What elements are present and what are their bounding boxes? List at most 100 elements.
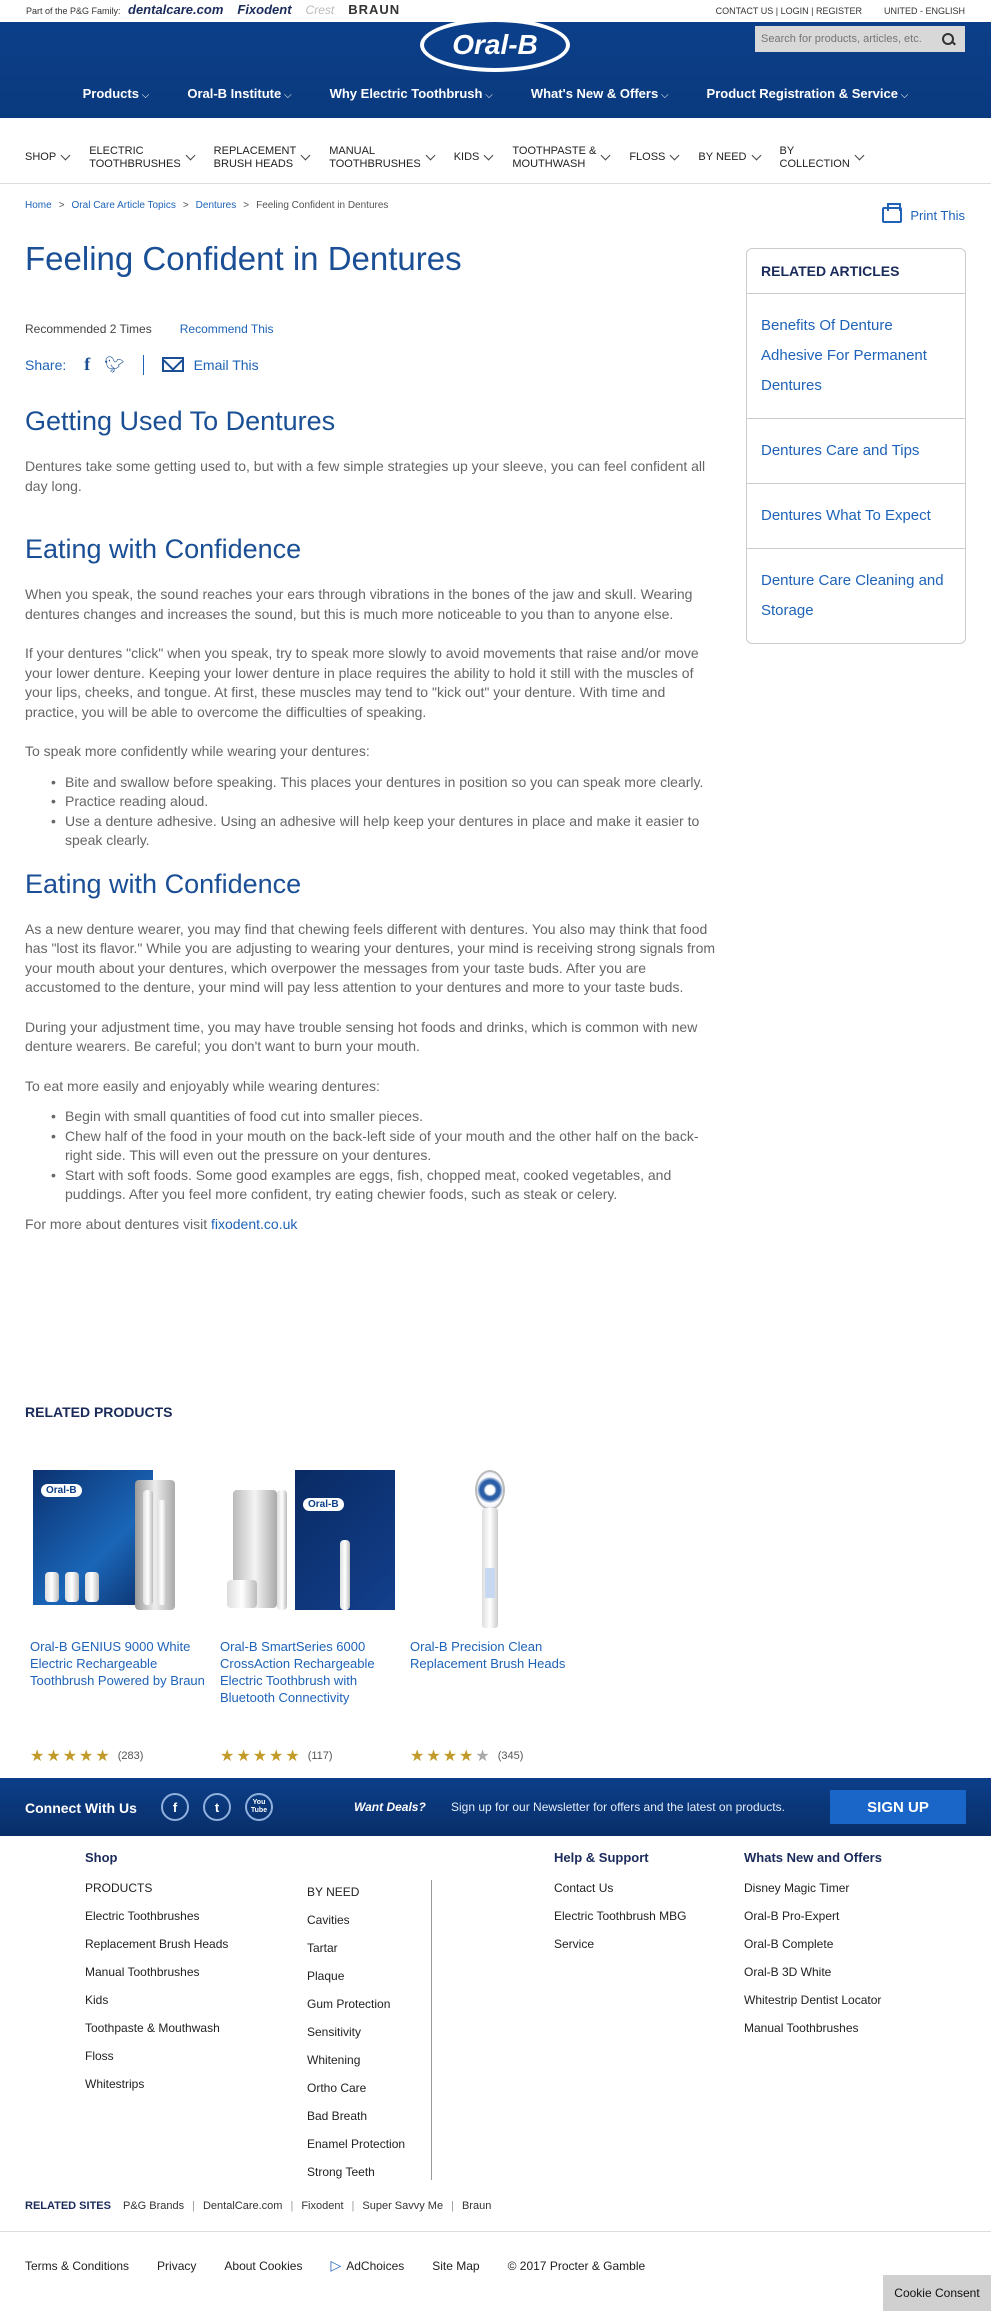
site-map-link[interactable]: Site Map xyxy=(432,2259,479,2273)
subnav-label: COLLECTION xyxy=(779,157,850,170)
footer-link[interactable]: Manual Toothbrushes xyxy=(744,2014,882,2042)
brand-crest[interactable]: Crest xyxy=(306,3,335,17)
footer-link[interactable]: Tartar xyxy=(307,1934,405,1962)
subnav-electric-toothbrushes[interactable]: ELECTRIC TOOTHBRUSHES xyxy=(89,132,196,183)
recommend-this-link[interactable]: Recommend This xyxy=(180,322,274,336)
related-article-link[interactable]: Dentures Care and Tips xyxy=(747,419,965,484)
paragraph: To speak more confidently while wearing … xyxy=(25,743,370,759)
product-image[interactable] xyxy=(405,1460,585,1630)
related-site-link[interactable]: Super Savvy Me xyxy=(362,2200,443,2212)
footer-heading: Whats New and Offers xyxy=(744,1850,882,1865)
facebook-icon[interactable]: f xyxy=(161,1793,189,1821)
related-site-link[interactable]: Braun xyxy=(462,2200,491,2212)
search-input[interactable] xyxy=(761,33,941,45)
footer-link[interactable]: Sensitivity xyxy=(307,2018,405,2046)
subnav-kids[interactable]: KIDS xyxy=(454,132,494,183)
chevron-down-icon xyxy=(600,150,611,161)
email-icon[interactable] xyxy=(161,357,184,372)
footer-link[interactable]: Oral-B Pro-Expert xyxy=(744,1902,882,1930)
facebook-icon[interactable]: f xyxy=(84,354,90,375)
footer-link[interactable]: Ortho Care xyxy=(307,2074,405,2102)
login-link[interactable]: LOGIN xyxy=(781,6,809,16)
terms-link[interactable]: Terms & Conditions xyxy=(25,2259,129,2273)
contact-us-link[interactable]: CONTACT US xyxy=(716,6,774,16)
adchoices-link[interactable]: AdChoices xyxy=(330,2257,404,2274)
oral-b-logo[interactable]: Oral-B xyxy=(420,18,570,72)
twitter-icon[interactable]: t xyxy=(203,1793,231,1821)
related-articles-title: RELATED ARTICLES xyxy=(747,249,965,294)
print-button[interactable]: Print This xyxy=(882,203,965,223)
product-image[interactable]: Oral-B xyxy=(215,1460,395,1630)
subnav-by-need[interactable]: BY NEED xyxy=(698,132,761,183)
footer-link[interactable]: Whitestrip Dentist Locator xyxy=(744,1986,882,2014)
nav-whats-new[interactable]: What's New & Offers xyxy=(531,86,669,101)
related-site-link[interactable]: P&G Brands xyxy=(123,2200,184,2212)
region-selector[interactable]: UNITED - ENGLISH xyxy=(884,6,965,16)
footer-link[interactable]: PRODUCTS xyxy=(85,1874,228,1902)
footer-link[interactable]: Enamel Protection xyxy=(307,2130,405,2158)
product-name[interactable]: Oral-B GENIUS 9000 White Electric Rechar… xyxy=(25,1638,205,1689)
product-card[interactable]: Oral-B Precision Clean Replacement Brush… xyxy=(405,1460,585,1765)
breadcrumb-home[interactable]: Home xyxy=(25,200,52,211)
subnav-floss[interactable]: FLOSS xyxy=(629,132,680,183)
divider: | xyxy=(192,2200,195,2212)
footer-link[interactable]: Service xyxy=(554,1930,687,1958)
twitter-icon[interactable]: 🐦︎ xyxy=(104,355,124,375)
sign-up-button[interactable]: SIGN UP xyxy=(830,1790,966,1824)
subnav-toothpaste[interactable]: TOOTHPASTE & MOUTHWASH xyxy=(512,132,611,183)
footer-link[interactable]: Kids xyxy=(85,1986,228,2014)
recommend-row: Recommended 2 Times Recommend This xyxy=(25,322,720,336)
footer-link[interactable]: Replacement Brush Heads xyxy=(85,1930,228,1958)
footer-link[interactable]: Electric Toothbrush MBG xyxy=(554,1902,687,1930)
footer-link[interactable]: Manual Toothbrushes xyxy=(85,1958,228,1986)
footer-link[interactable]: Cavities xyxy=(307,1906,405,1934)
footer-link[interactable]: BY NEED xyxy=(307,1878,405,1906)
search-icon[interactable] xyxy=(941,32,955,46)
footer-link[interactable]: Gum Protection xyxy=(307,1990,405,2018)
nav-products[interactable]: Products xyxy=(83,86,150,101)
breadcrumb-article-topics[interactable]: Oral Care Article Topics xyxy=(72,200,176,211)
related-site-link[interactable]: Fixodent xyxy=(301,2200,343,2212)
footer-link[interactable]: Oral-B Complete xyxy=(744,1930,882,1958)
register-link[interactable]: REGISTER xyxy=(816,6,862,16)
email-this-link[interactable]: Email This xyxy=(194,357,259,373)
product-name[interactable]: Oral-B SmartSeries 6000 CrossAction Rech… xyxy=(215,1638,395,1706)
related-site-link[interactable]: DentalCare.com xyxy=(203,2200,282,2212)
footer-link[interactable]: Contact Us xyxy=(554,1874,687,1902)
footer-link[interactable]: Floss xyxy=(85,2042,228,2070)
related-article-link[interactable]: Benefits Of Denture Adhesive For Permane… xyxy=(747,294,965,419)
footer-link[interactable]: Oral-B 3D White xyxy=(744,1958,882,1986)
subnav-shop[interactable]: SHOP xyxy=(25,132,71,183)
nav-oral-b-institute[interactable]: Oral-B Institute xyxy=(187,86,291,101)
fixodent-link[interactable]: fixodent.co.uk xyxy=(211,1216,297,1232)
print-label: Print This xyxy=(910,207,965,223)
nav-product-registration[interactable]: Product Registration & Service xyxy=(707,86,909,101)
related-article-link[interactable]: Dentures What To Expect xyxy=(747,484,965,549)
cookie-consent-button[interactable]: Cookie Consent xyxy=(883,2275,991,2311)
product-card[interactable]: Oral-B Oral-B GENIUS 9000 White Electric… xyxy=(25,1460,205,1765)
brand-dentalcare[interactable]: dentalcare.com xyxy=(128,2,223,17)
footer-link[interactable]: Electric Toothbrushes xyxy=(85,1902,228,1930)
breadcrumb-dentures[interactable]: Dentures xyxy=(196,200,237,211)
footer-link[interactable]: Disney Magic Timer xyxy=(744,1874,882,1902)
product-card[interactable]: Oral-B Oral-B SmartSeries 6000 CrossActi… xyxy=(215,1460,395,1765)
footer-link[interactable]: Plaque xyxy=(307,1962,405,1990)
footer-link[interactable]: Strong Teeth xyxy=(307,2158,405,2186)
subnav-by-collection[interactable]: BY COLLECTION xyxy=(779,132,865,183)
brand-braun[interactable]: BRAUN xyxy=(348,2,400,17)
footer-link[interactable]: Bad Breath xyxy=(307,2102,405,2130)
product-name[interactable]: Oral-B Precision Clean Replacement Brush… xyxy=(405,1638,585,1672)
about-cookies-link[interactable]: About Cookies xyxy=(224,2259,302,2273)
subnav-replacement-heads[interactable]: REPLACEMENT BRUSH HEADS xyxy=(214,132,311,183)
footer-link[interactable]: Whitestrips xyxy=(85,2070,228,2098)
related-article-link[interactable]: Denture Care Cleaning and Storage xyxy=(747,549,965,643)
chevron-down-icon xyxy=(854,150,865,161)
brand-fixodent[interactable]: Fixodent xyxy=(237,2,291,17)
subnav-manual-toothbrushes[interactable]: MANUAL TOOTHBRUSHES xyxy=(329,132,436,183)
nav-why-electric[interactable]: Why Electric Toothbrush xyxy=(330,86,493,101)
footer-link[interactable]: Whitening xyxy=(307,2046,405,2074)
product-image[interactable]: Oral-B xyxy=(25,1460,205,1630)
footer-link[interactable]: Toothpaste & Mouthwash xyxy=(85,2014,228,2042)
privacy-link[interactable]: Privacy xyxy=(157,2259,196,2273)
youtube-icon[interactable]: You Tube xyxy=(245,1793,273,1821)
